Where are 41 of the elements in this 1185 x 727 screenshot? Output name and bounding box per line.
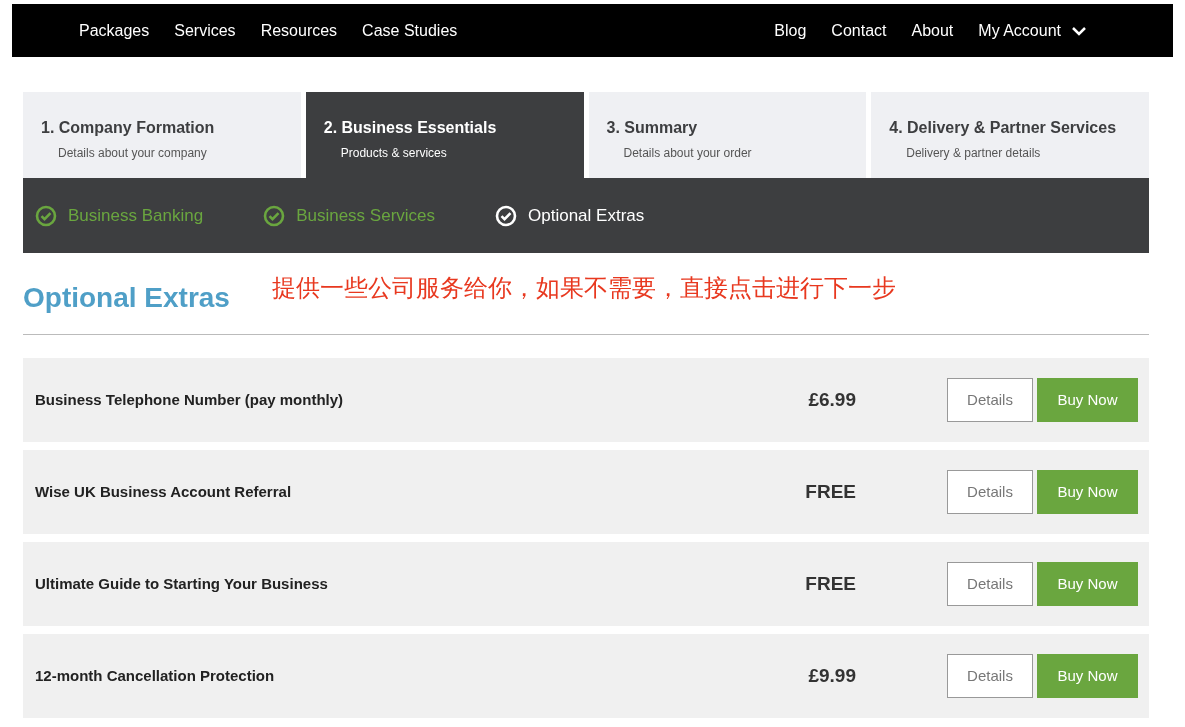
product-name: Business Telephone Number (pay monthly) bbox=[35, 389, 344, 410]
step-tab[interactable]: 3. Summary Details about your order bbox=[588, 92, 867, 178]
step-subtitle: Details about your order bbox=[623, 145, 753, 162]
details-button[interactable]: Details bbox=[947, 470, 1033, 514]
step-tab[interactable]: 1. Company Formation Details about your company bbox=[23, 92, 301, 178]
step-tab[interactable]: 2. Business Essentials Products & services bbox=[305, 92, 584, 178]
step-title: 1. Company Formation bbox=[41, 118, 216, 138]
nav-link[interactable]: Blog bbox=[774, 18, 807, 43]
chevron-down-icon bbox=[1071, 25, 1087, 36]
product-name: 12-month Cancellation Protection bbox=[35, 665, 275, 686]
step-title: 4. Delivery & Partner Services bbox=[889, 118, 1118, 138]
nav-link[interactable]: Resources bbox=[260, 18, 338, 43]
product-price: FREE bbox=[805, 479, 856, 504]
check-circle-icon bbox=[495, 204, 518, 227]
nav-link[interactable]: Services bbox=[174, 18, 236, 43]
step-subtitle: Details about your company bbox=[58, 145, 208, 162]
step-title: 2. Business Essentials bbox=[323, 118, 498, 138]
step-subtitle: Products & services bbox=[340, 145, 448, 162]
step-subtitle: Delivery & partner details bbox=[906, 145, 1042, 162]
details-button[interactable]: Details bbox=[947, 562, 1033, 606]
check-circle-icon bbox=[263, 204, 286, 227]
details-button[interactable]: Details bbox=[947, 378, 1033, 422]
details-button[interactable]: Details bbox=[947, 654, 1033, 698]
nav-link[interactable]: Packages bbox=[79, 18, 150, 43]
product-name: Ultimate Guide to Starting Your Business bbox=[35, 573, 328, 594]
product-price: FREE bbox=[805, 571, 856, 596]
nav-link[interactable]: About bbox=[911, 18, 954, 43]
product-price: £9.99 bbox=[808, 663, 856, 688]
step-title: 3. Summary bbox=[606, 118, 699, 138]
substep-item[interactable]: Optional Extras bbox=[495, 202, 645, 229]
account-menu[interactable]: My Account bbox=[978, 18, 1087, 43]
nav-link[interactable]: Contact bbox=[831, 18, 887, 43]
step-tab[interactable]: 4. Delivery & Partner Services Delivery & partner details bbox=[871, 92, 1149, 178]
annotation-text: 提供一些公司服务给你，如果不需要，直接点击进行下一步 bbox=[271, 272, 896, 303]
product-name: Wise UK Business Account Referral bbox=[35, 481, 292, 502]
substep-item[interactable]: Business Services bbox=[263, 202, 436, 229]
product-price: £6.99 bbox=[808, 387, 856, 412]
substep-item[interactable]: Business Banking bbox=[35, 202, 204, 229]
check-circle-icon bbox=[35, 204, 57, 227]
nav-link[interactable]: Case Studies bbox=[362, 18, 458, 43]
page-heading: Optional Extras bbox=[23, 280, 230, 315]
